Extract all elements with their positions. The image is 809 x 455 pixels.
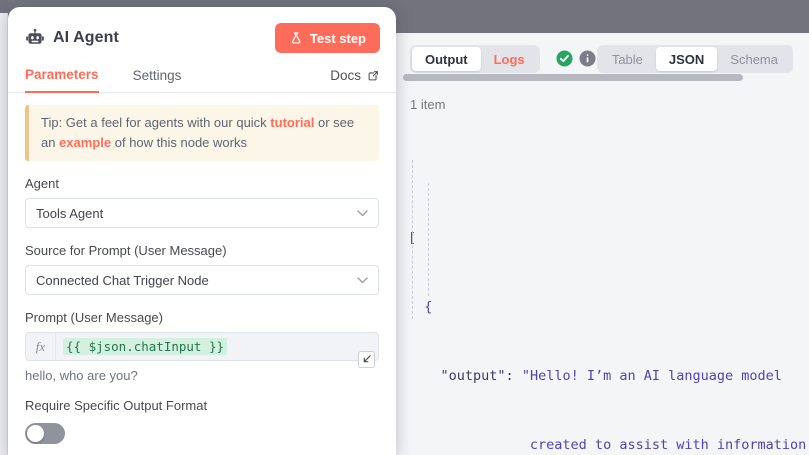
tab-logs[interactable]: Logs [481,47,538,71]
view-mode-switch: Table JSON Schema [597,45,793,73]
output-panel: Output Logs [396,33,809,455]
source-select-value: Connected Chat Trigger Node [36,273,209,288]
output-format-toggle[interactable] [25,423,65,444]
output-logs-switch: Output Logs [410,45,540,73]
json-string-value: "Hello! I’m an AI language model [522,368,782,384]
parameters-body: Tip: Get a feel for agents with our quic… [8,93,396,444]
example-link[interactable]: example [59,135,111,150]
tab-table[interactable]: Table [599,47,656,71]
json-line: [ [408,227,809,250]
tip-text: Tip: Get a feel for agents with our quic… [41,115,270,130]
node-title: AI Agent [53,29,119,47]
success-status-icon [556,50,573,67]
screen: AI Agent Test step Parameters Settings D… [0,0,809,455]
test-step-label: Test step [310,31,366,46]
chevron-down-icon [357,210,368,217]
indent-guide [428,183,429,296]
json-line: { [408,296,809,319]
json-output-view: [ { "output": "Hello! I’m an AI language… [408,135,809,455]
modal-header: AI Agent Test step [8,7,396,53]
modal-tabs: Parameters Settings Docs [8,53,396,93]
tab-parameters[interactable]: Parameters [25,67,99,93]
prompt-label: Prompt (User Message) [25,310,379,325]
tab-schema[interactable]: Schema [717,47,791,71]
json-key: "output" [441,368,506,384]
chevron-down-icon [357,277,368,284]
input-panel-edge [0,13,8,455]
toggle-knob [27,425,44,442]
agent-select[interactable]: Tools Agent [25,198,379,228]
external-link-icon [367,70,379,82]
json-line: "output": "Hello! I’m an AI language mod… [408,365,809,388]
docs-label: Docs [330,68,361,83]
flask-icon [289,31,303,45]
test-step-button[interactable]: Test step [275,23,380,53]
robot-icon [25,28,45,48]
tab-settings[interactable]: Settings [133,68,182,92]
items-count: 1 item [410,97,445,112]
agent-select-value: Tools Agent [36,206,103,221]
output-format-label: Require Specific Output Format [25,398,379,413]
tip-callout: Tip: Get a feel for agents with our quic… [25,105,379,161]
expression-value: {{ $json.chatInput }} [63,338,227,355]
agent-label: Agent [25,176,379,191]
node-settings-modal: AI Agent Test step Parameters Settings D… [8,7,396,455]
tip-text: of how this node works [111,135,247,150]
source-select[interactable]: Connected Chat Trigger Node [25,265,379,295]
fx-badge: fx [26,333,56,360]
tutorial-link[interactable]: tutorial [270,115,314,130]
node-title-wrap: AI Agent [25,28,119,48]
json-line: created to assist with information, [408,434,809,455]
output-toolbar: Output Logs [396,45,809,73]
source-label: Source for Prompt (User Message) [25,243,379,258]
docs-link[interactable]: Docs [330,68,379,92]
horizontal-scrollbar[interactable] [403,74,743,81]
prompt-expression-input[interactable]: fx {{ $json.chatInput }} [25,332,379,361]
expand-expression-button[interactable] [358,351,375,368]
tab-json[interactable]: JSON [656,47,717,71]
info-icon[interactable] [579,50,596,67]
tab-output[interactable]: Output [412,47,481,71]
expand-icon [361,354,372,365]
indent-guide [412,160,413,319]
expression-preview: hello, who are you? [25,368,379,383]
